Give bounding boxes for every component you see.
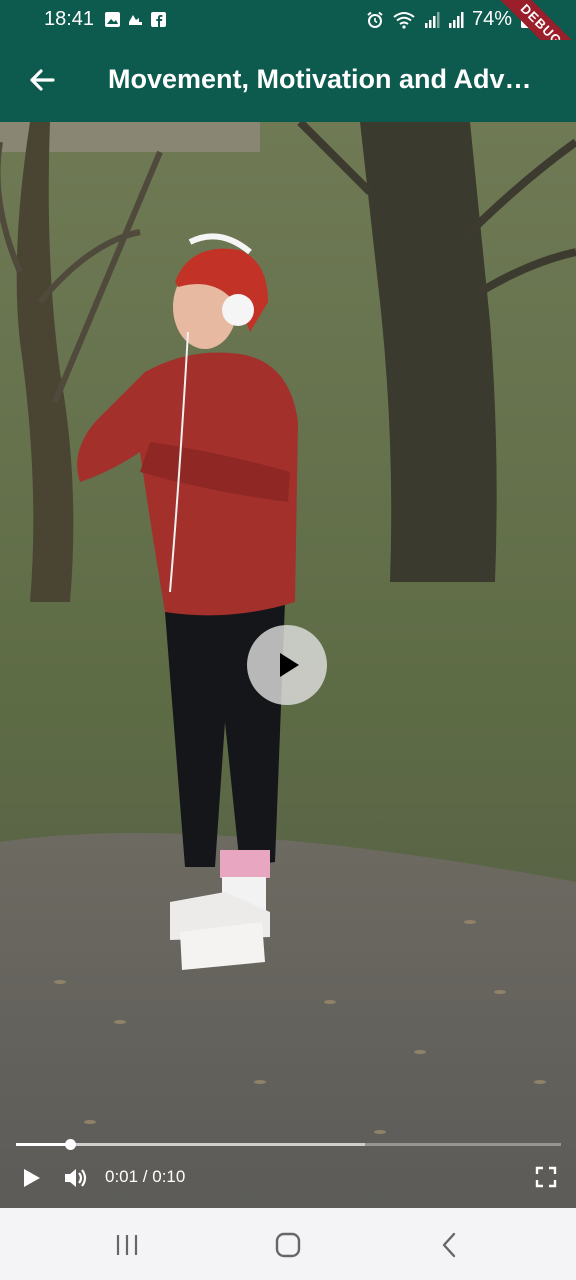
signal-icon-2 [448,11,464,28]
status-bar: 18:41 74% DEBUG [0,0,576,79]
cloud-icon [129,15,142,25]
alarm-icon [367,11,383,28]
video-player[interactable]: 0:01 / 0:10 [0,122,576,1208]
back-icon[interactable] [435,1230,465,1260]
play-icon [280,653,299,677]
home-icon[interactable] [273,1230,303,1260]
facebook-icon [151,12,166,27]
volume-icon[interactable] [62,1164,90,1192]
signal-icon [424,11,440,28]
gallery-icon [105,12,120,27]
status-time: 18:41 [44,8,95,30]
system-nav-bar [0,1208,576,1280]
center-play-button[interactable] [247,625,327,705]
progress-played [16,1143,71,1146]
wifi-icon [393,11,415,29]
arrow-back-icon[interactable] [26,64,58,96]
recents-icon[interactable] [112,1230,142,1260]
time-label: 0:01 / 0:10 [105,1167,186,1186]
battery-percentage: 74% [471,8,512,30]
page-title: Movement, Motivation and Adv… [108,64,532,94]
fullscreen-icon[interactable] [535,1166,557,1188]
progress-thumb[interactable] [65,1139,76,1150]
play-icon[interactable] [20,1166,44,1190]
app-bar: Movement, Motivation and Adv… [0,40,576,122]
